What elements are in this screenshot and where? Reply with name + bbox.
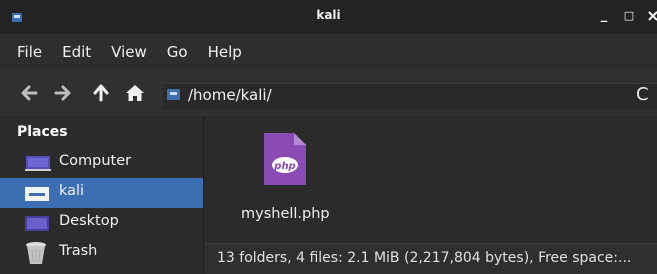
sidebar-item-label: Desktop [59, 213, 119, 229]
home-folder-icon [25, 187, 49, 201]
maximize-button[interactable]: □ [622, 9, 636, 23]
menu-view[interactable]: View [111, 43, 147, 61]
sidebar-item-label: kali [59, 183, 85, 199]
computer-icon [25, 156, 51, 171]
sidebar-item-kali[interactable]: kali [0, 178, 203, 208]
minimize-button[interactable]: _ [597, 9, 611, 23]
menu-go[interactable]: Go [167, 43, 188, 61]
sidebar-item-label: Computer [59, 153, 132, 169]
sidebar-item-trash[interactable]: Trash [0, 238, 203, 268]
menu-file[interactable]: File [17, 43, 42, 61]
window-title: kali [316, 8, 341, 22]
back-arrow-icon[interactable] [18, 82, 40, 104]
desktop-icon [25, 216, 49, 231]
menu-bar: File Edit View Go Help [0, 34, 657, 70]
reload-icon[interactable]: C [636, 84, 649, 105]
status-text: 13 folders, 4 files: 2.1 MiB (2,217,804 … [217, 250, 632, 266]
sidebar-item-label: Trash [59, 243, 98, 259]
title-bar: kali _ □ × [0, 0, 657, 34]
php-file-icon: php [264, 133, 306, 185]
home-icon[interactable] [124, 82, 146, 104]
location-path[interactable]: /home/kali/ [188, 86, 272, 104]
folder-icon [167, 89, 180, 100]
file-name: myshell.php [241, 206, 330, 222]
sidebar-header: Places [17, 124, 68, 140]
trash-icon [26, 242, 46, 264]
menu-edit[interactable]: Edit [62, 43, 91, 61]
menu-help[interactable]: Help [208, 43, 242, 61]
sidebar-item-desktop[interactable]: Desktop [0, 208, 203, 238]
close-button[interactable]: × [646, 8, 657, 24]
status-bar: 13 folders, 4 files: 2.1 MiB (2,217,804 … [204, 243, 657, 274]
sidebar-item-computer[interactable]: Computer [0, 148, 203, 178]
forward-arrow-icon[interactable] [52, 82, 74, 104]
sidebar: Places Computer kali Desktop Trash [0, 116, 204, 273]
php-icon-label: php [273, 161, 295, 172]
up-arrow-icon[interactable] [90, 82, 112, 104]
